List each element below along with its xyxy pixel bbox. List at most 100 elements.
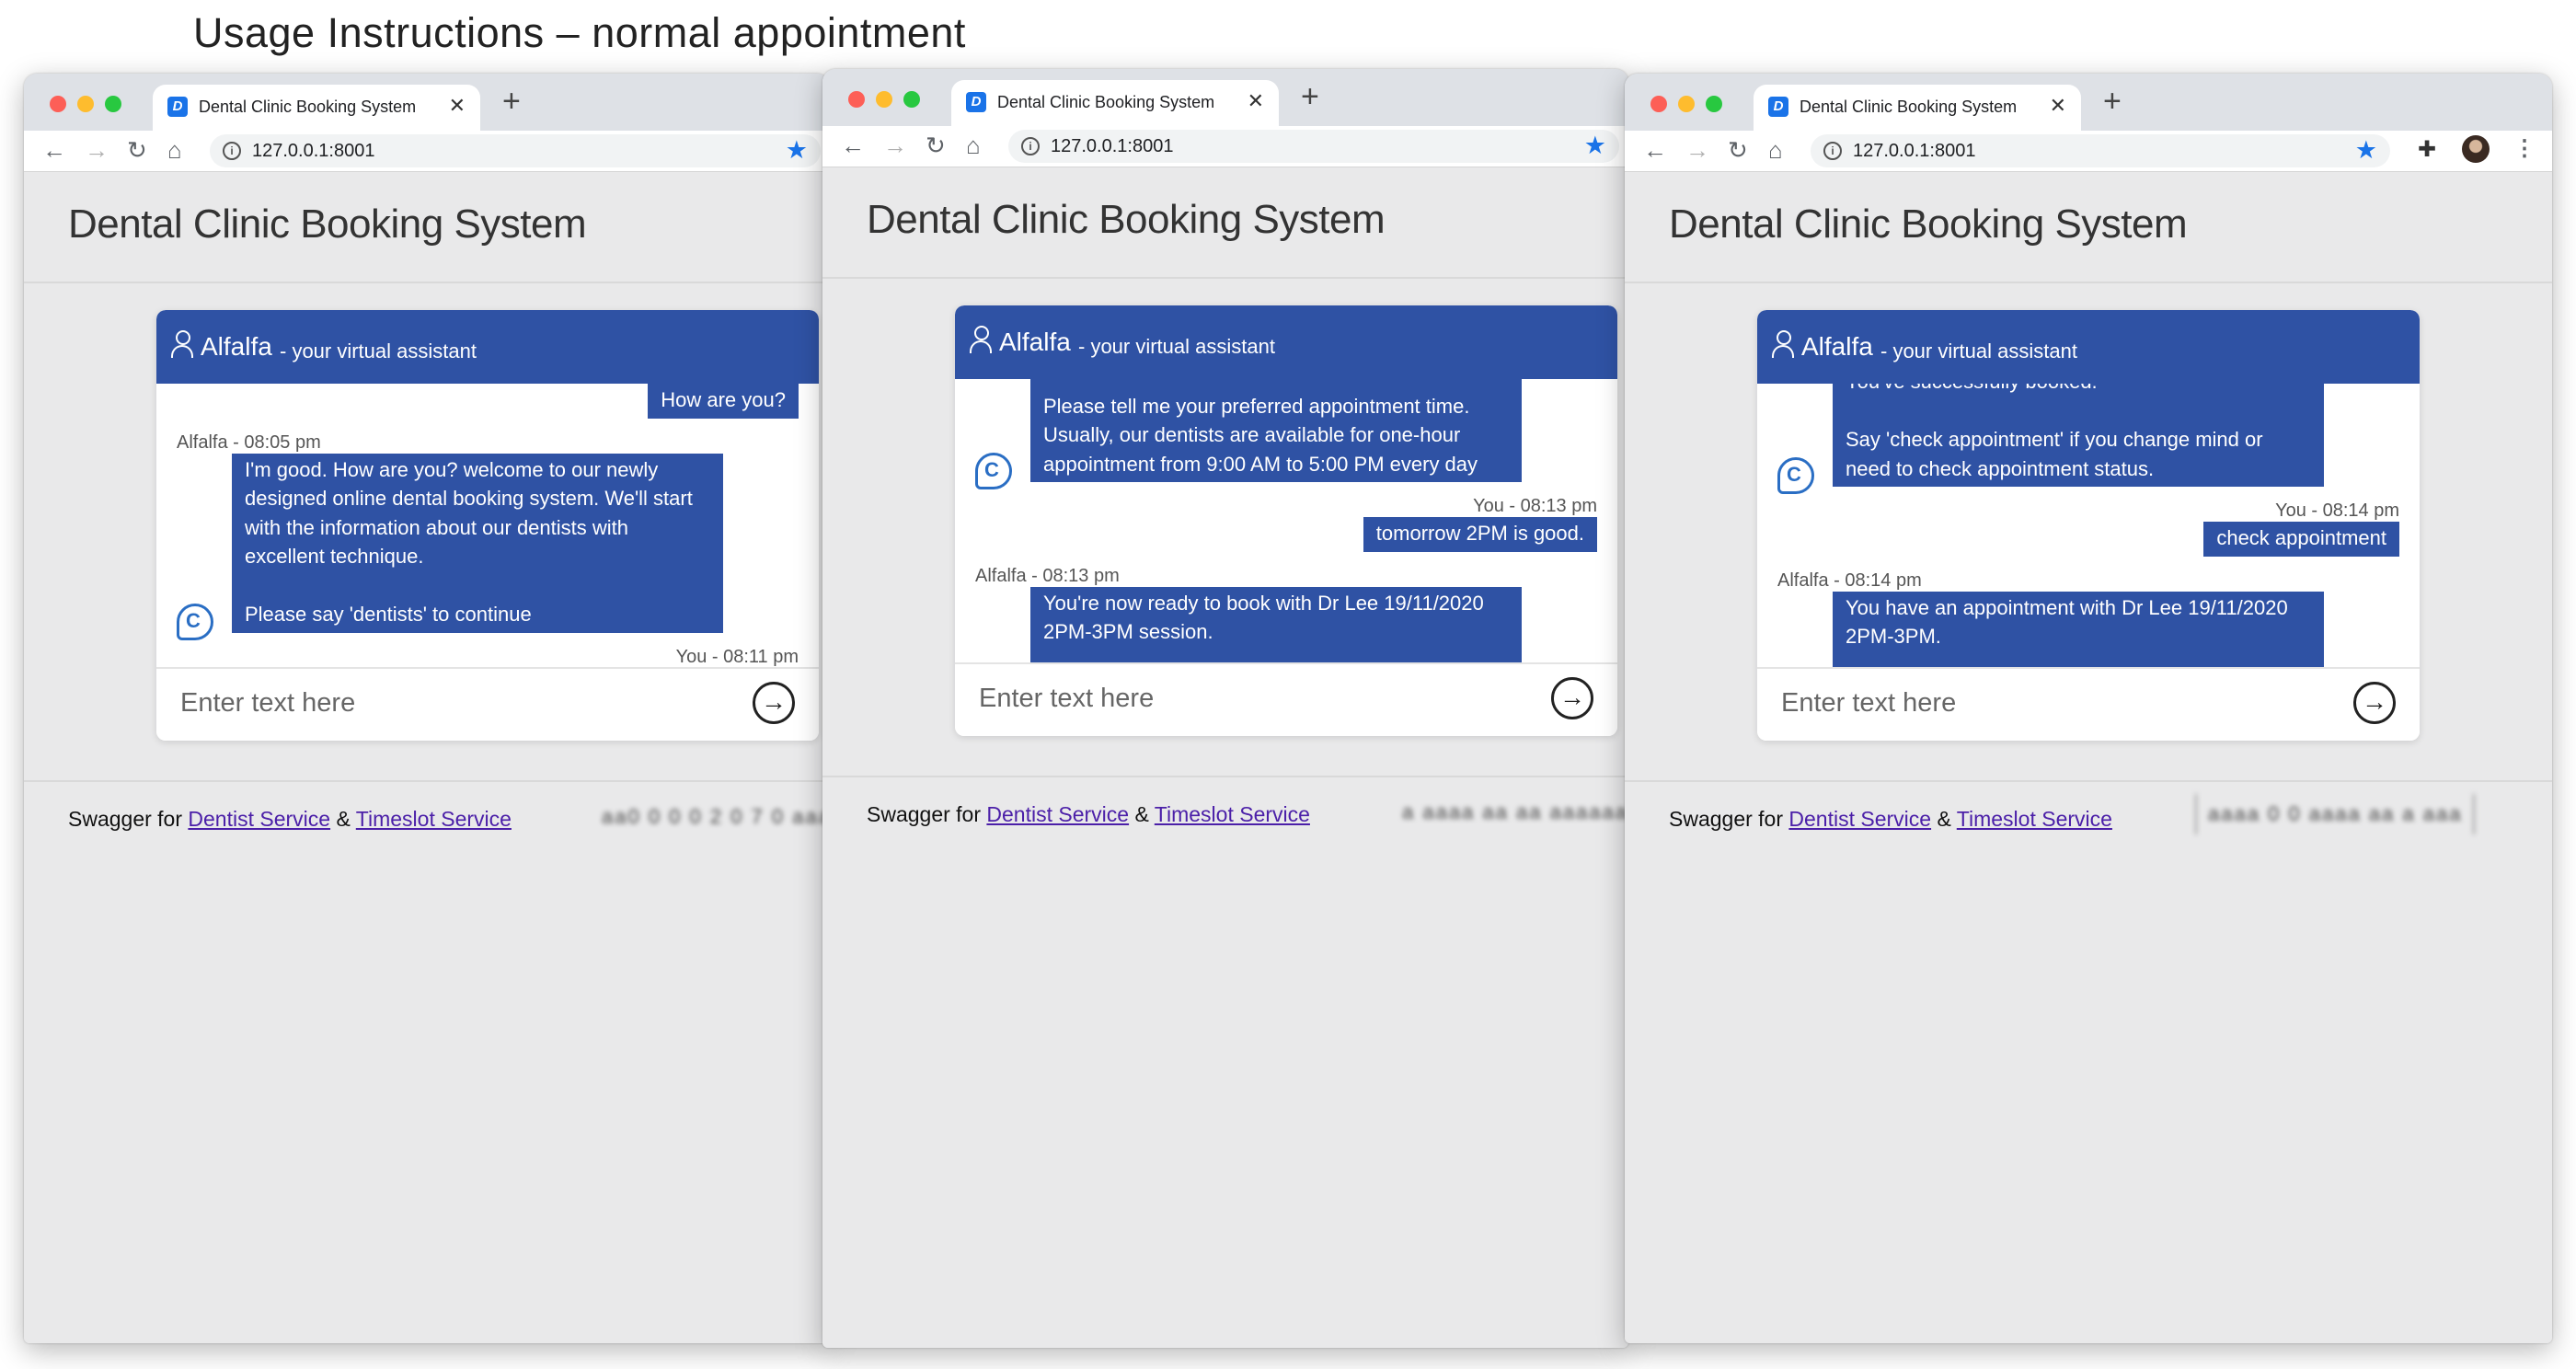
favicon-icon: D (167, 97, 188, 117)
browser-tab[interactable]: D Dental Clinic Booking System ✕ (153, 85, 480, 131)
footer-amp: & (1129, 802, 1155, 826)
bot-subtitle: - your virtual assistant (1078, 335, 1275, 358)
minimize-window-button[interactable] (1678, 96, 1695, 112)
dentist-service-link[interactable]: Dentist Service (986, 802, 1129, 826)
close-icon[interactable]: ✕ (1248, 89, 1264, 113)
info-icon[interactable]: i (1021, 137, 1040, 155)
maximize-window-button[interactable] (105, 96, 121, 112)
tab-title: Dental Clinic Booking System (199, 98, 417, 116)
address-bar[interactable]: i 127.0.0.1:8001 ★ (1008, 130, 1619, 163)
forward-arrow-icon[interactable]: → (1685, 136, 1709, 164)
info-icon[interactable]: i (1823, 142, 1842, 160)
favicon-icon: D (1768, 97, 1788, 117)
footer-prefix: Swagger for (1669, 807, 1789, 831)
back-arrow-icon[interactable]: ← (1643, 136, 1667, 164)
url-text: 127.0.0.1:8001 (1853, 141, 1976, 161)
star-icon[interactable]: ★ (2355, 136, 2377, 165)
bot-subtitle: - your virtual assistant (1880, 339, 2077, 362)
chat-input-bar: → (1757, 667, 2420, 741)
close-window-button[interactable] (50, 96, 66, 112)
footer-amp: & (1931, 807, 1957, 831)
browser-tab[interactable]: D Dental Clinic Booking System ✕ (951, 80, 1279, 126)
profile-icon[interactable] (2462, 135, 2490, 163)
chat-input[interactable] (1779, 684, 2298, 722)
window-controls (1650, 96, 1722, 112)
star-icon[interactable]: ★ (786, 136, 808, 165)
message-meta: You - 08:11 pm (675, 646, 799, 667)
user-icon (1772, 330, 1794, 360)
message-bubble: Here are the details about Dr Lee: Name:… (1030, 379, 1522, 482)
timeslot-service-link[interactable]: Timeslot Service (1155, 802, 1310, 826)
tab-strip: D Dental Clinic Booking System ✕ + (1625, 74, 2552, 131)
bot-message: Alfalfa - 08:05 pm I'm good. How are you?… (156, 431, 819, 640)
footer-prefix: Swagger for (68, 807, 189, 831)
reload-icon[interactable]: ↻ (1728, 136, 1748, 164)
browser-toolbar: ← → ↻ ⌂ i 127.0.0.1:8001 ★ ✚ ⋮ (1625, 131, 2552, 172)
close-window-button[interactable] (1650, 96, 1667, 112)
minimize-window-button[interactable] (876, 91, 892, 108)
tab-strip: D Dental Clinic Booking System ✕ + (24, 74, 830, 131)
menu-icon[interactable]: ⋮ (2513, 135, 2536, 162)
home-icon[interactable]: ⌂ (966, 132, 981, 159)
new-tab-icon[interactable]: + (1301, 78, 1319, 115)
message-bubble: I'm good. How are you? welcome to our ne… (232, 453, 723, 633)
minimize-window-button[interactable] (77, 96, 94, 112)
maximize-window-button[interactable] (1706, 96, 1722, 112)
url-text: 127.0.0.1:8001 (252, 141, 375, 161)
bot-avatar-icon: C (177, 603, 213, 640)
close-icon[interactable]: ✕ (449, 94, 466, 118)
title-divider (1625, 282, 2552, 283)
message-meta: You - 08:14 pm (2275, 500, 2399, 521)
bot-avatar-icon: C (975, 453, 1012, 489)
address-bar[interactable]: i 127.0.0.1:8001 ★ (1811, 134, 2390, 167)
close-window-button[interactable] (848, 91, 865, 108)
forward-arrow-icon[interactable]: → (85, 136, 109, 164)
chat-input[interactable] (977, 679, 1496, 718)
message-bubble: You've successfully booked. Say 'check a… (1833, 384, 2324, 487)
page-viewport: Dental Clinic Booking System Alfalfa - y… (822, 167, 1628, 1348)
site-title: Dental Clinic Booking System (1669, 201, 2188, 247)
address-bar[interactable]: i 127.0.0.1:8001 ★ (210, 134, 821, 167)
send-arrow-icon[interactable]: → (1551, 677, 1593, 719)
star-icon[interactable]: ★ (1584, 132, 1606, 160)
send-arrow-icon[interactable]: → (753, 682, 795, 724)
site-title: Dental Clinic Booking System (68, 201, 587, 247)
dentist-service-link[interactable]: Dentist Service (1788, 807, 1931, 831)
window-controls (848, 91, 920, 108)
message-meta: Alfalfa - 08:13 pm (975, 565, 1120, 586)
title-divider (822, 277, 1628, 279)
url-text: 127.0.0.1:8001 (1051, 136, 1174, 156)
timeslot-service-link[interactable]: Timeslot Service (356, 807, 512, 831)
reload-icon[interactable]: ↻ (127, 136, 147, 164)
blurred-text: a aaaa aa aa aaaaaa aa (1402, 800, 1628, 823)
home-icon[interactable]: ⌂ (167, 136, 182, 164)
browser-tab[interactable]: D Dental Clinic Booking System ✕ (1754, 85, 2081, 131)
chat-header: Alfalfa - your virtual assistant (156, 310, 819, 384)
bot-name: Alfalfa (201, 332, 272, 361)
message-meta: You - 08:13 pm (1473, 496, 1597, 516)
user-icon (970, 326, 992, 355)
message-bubble: How are you? (648, 384, 799, 419)
dentist-service-link[interactable]: Dentist Service (188, 807, 330, 831)
home-icon[interactable]: ⌂ (1768, 136, 1783, 164)
extensions-icon[interactable]: ✚ (2418, 136, 2436, 163)
footer-divider (822, 776, 1628, 777)
chat-widget: Alfalfa - your virtual assistant I'd lik… (955, 305, 1617, 736)
timeslot-service-link[interactable]: Timeslot Service (1957, 807, 2112, 831)
back-arrow-icon[interactable]: ← (841, 132, 865, 159)
forward-arrow-icon[interactable]: → (883, 132, 907, 159)
close-icon[interactable]: ✕ (2050, 94, 2066, 118)
chat-widget: Alfalfa - your virtual assistant You're … (1757, 310, 2420, 741)
back-arrow-icon[interactable]: ← (42, 136, 66, 164)
maximize-window-button[interactable] (903, 91, 920, 108)
reload-icon[interactable]: ↻ (926, 132, 946, 159)
browser-toolbar: ← → ↻ ⌂ i 127.0.0.1:8001 ★ (822, 126, 1628, 167)
new-tab-icon[interactable]: + (2103, 83, 2122, 120)
footer-amp: & (330, 807, 356, 831)
chat-input[interactable] (178, 684, 697, 722)
footer-text: Swagger for Dentist Service & Timeslot S… (867, 802, 1310, 827)
message-bubble: tomorrow 2PM is good. (1363, 517, 1597, 552)
send-arrow-icon[interactable]: → (2353, 682, 2396, 724)
info-icon[interactable]: i (223, 142, 241, 160)
new-tab-icon[interactable]: + (502, 83, 521, 120)
